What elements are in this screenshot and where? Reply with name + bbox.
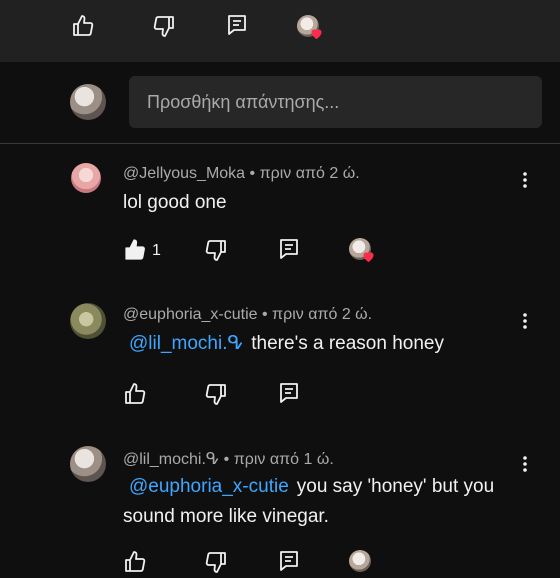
comment-text: lol good one xyxy=(123,192,227,213)
meta-separator: • xyxy=(257,306,273,323)
comment-body-line2: sound more like vinegar. xyxy=(123,506,329,527)
creator-heart-badge xyxy=(297,15,325,43)
dislike-button[interactable] xyxy=(203,237,229,263)
comment-meta: @lil_mochi.ᕴ • πριν από 1 ώ. xyxy=(123,449,334,469)
dislike-icon xyxy=(153,16,174,37)
reply-button[interactable] xyxy=(276,236,302,262)
creator-avatar xyxy=(349,550,371,572)
more-button[interactable] xyxy=(515,170,535,190)
like-icon xyxy=(125,383,146,404)
dislike-icon xyxy=(205,552,226,573)
reply-icon xyxy=(228,15,246,35)
like-count: 1 xyxy=(152,242,161,259)
comment-body-line1: you say 'honey' but you xyxy=(296,476,495,497)
reply-button[interactable] xyxy=(276,380,302,406)
reply-button[interactable] xyxy=(276,548,302,574)
comment-time: πριν από 2 ώ. xyxy=(272,306,373,323)
like-button[interactable] xyxy=(122,549,148,575)
divider xyxy=(0,143,560,144)
avatar xyxy=(70,446,106,482)
creator-heart-badge xyxy=(349,238,377,266)
dislike-button[interactable] xyxy=(151,13,177,39)
comment-time: πριν από 2 ώ. xyxy=(259,165,360,182)
avatar xyxy=(70,303,106,339)
comment-author[interactable]: @lil_mochi.ᕴ xyxy=(123,451,219,468)
reply-input[interactable] xyxy=(129,76,542,128)
comment-meta: @euphoria_x-cutie • πριν από 2 ώ. xyxy=(123,306,372,324)
like-icon xyxy=(125,551,146,572)
dislike-button[interactable] xyxy=(203,381,229,407)
comment-item: @euphoria_x-cutie • πριν από 2 ώ. @lil_m… xyxy=(0,303,560,426)
more-vert-icon xyxy=(523,456,527,472)
mention-link[interactable]: @euphoria_x-cutie xyxy=(129,476,289,497)
parent-comment-actions xyxy=(0,0,560,62)
meta-separator: • xyxy=(245,165,260,182)
avatar xyxy=(71,163,101,193)
heart-icon xyxy=(363,252,374,263)
current-user-avatar xyxy=(70,84,106,120)
reply-button[interactable] xyxy=(224,12,250,38)
comment-time: πριν από 1 ώ. xyxy=(233,451,334,468)
like-button[interactable] xyxy=(122,237,148,263)
comment-author[interactable]: @euphoria_x-cutie xyxy=(123,306,258,323)
reply-icon xyxy=(280,383,298,403)
comment-item: @lil_mochi.ᕴ • πριν από 1 ώ. @euphoria_x… xyxy=(0,446,560,573)
reply-composer xyxy=(0,62,560,144)
comment-author[interactable]: @Jellyous_Moka xyxy=(123,165,245,182)
like-icon xyxy=(73,15,94,36)
heart-icon xyxy=(311,29,322,40)
creator-heart-badge xyxy=(349,550,377,578)
meta-separator: • xyxy=(219,451,234,468)
more-button[interactable] xyxy=(515,454,535,474)
dislike-icon xyxy=(205,384,226,405)
comment-body: there's a reason honey xyxy=(251,333,444,354)
more-button[interactable] xyxy=(515,311,535,331)
reply-icon xyxy=(280,239,298,259)
like-button[interactable] xyxy=(122,381,148,407)
comment-item: @Jellyous_Moka • πριν από 2 ώ. lol good … xyxy=(0,163,560,285)
comment-text: @euphoria_x-cutie you say 'honey' but you… xyxy=(123,472,523,532)
more-vert-icon xyxy=(523,313,527,329)
reply-icon xyxy=(280,551,298,571)
like-icon xyxy=(125,239,145,260)
dislike-icon xyxy=(205,240,226,261)
like-button[interactable] xyxy=(70,13,96,39)
mention-link[interactable]: @lil_mochi.ᕴ xyxy=(129,333,243,354)
comment-text: @lil_mochi.ᕴ there's a reason honey xyxy=(123,329,523,359)
dislike-button[interactable] xyxy=(203,549,229,575)
more-vert-icon xyxy=(523,172,527,188)
comment-meta: @Jellyous_Moka • πριν από 2 ώ. xyxy=(123,165,360,183)
